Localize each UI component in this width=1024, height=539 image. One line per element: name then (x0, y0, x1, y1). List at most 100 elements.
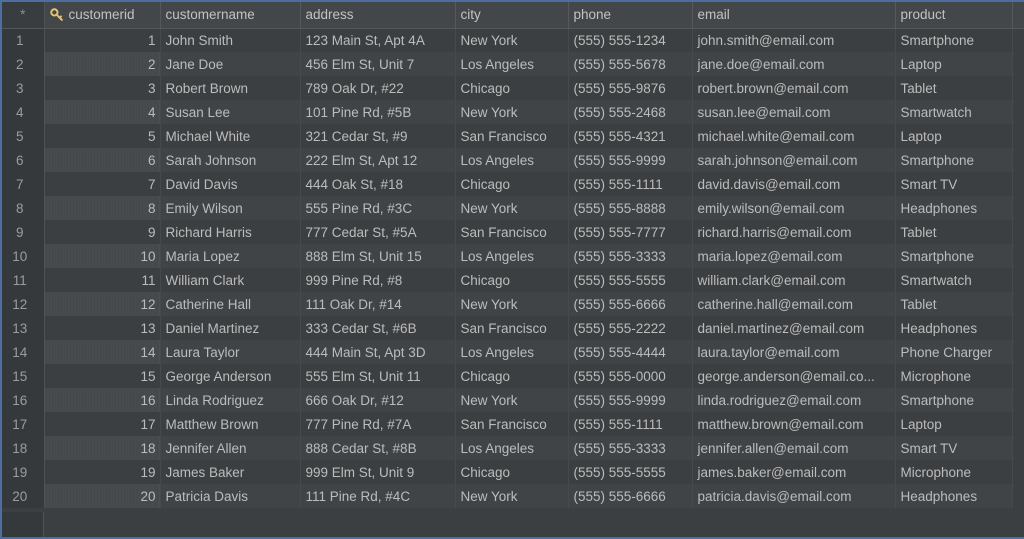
row-number[interactable]: 2 (2, 52, 45, 76)
cell-product[interactable]: Smart TV (895, 436, 1013, 460)
cell-email[interactable]: john.smith@email.com (692, 28, 896, 52)
cell-product[interactable]: Headphones (895, 316, 1013, 340)
cell-customerid[interactable]: 2 (44, 52, 161, 76)
cell-product[interactable]: Microphone (895, 364, 1013, 388)
cell-address[interactable]: 111 Oak Dr, #14 (300, 292, 456, 316)
cell-customername[interactable]: Emily Wilson (160, 196, 301, 220)
table-row[interactable]: 15 15 George Anderson 555 Elm St, Unit 11 Ch… (2, 364, 1024, 388)
cell-city[interactable]: Los Angeles (455, 52, 569, 76)
row-number[interactable]: 15 (2, 364, 45, 388)
cell-city[interactable]: San Francisco (455, 124, 569, 148)
cell-email[interactable]: michael.white@email.com (692, 124, 896, 148)
cell-phone[interactable]: (555) 555-4321 (568, 124, 693, 148)
cell-email[interactable]: emily.wilson@email.com (692, 196, 896, 220)
cell-city[interactable]: New York (455, 28, 569, 52)
column-header-customerid[interactable]: customerid (44, 2, 161, 29)
cell-address[interactable]: 888 Elm St, Unit 15 (300, 244, 456, 268)
cell-customername[interactable]: Jane Doe (160, 52, 301, 76)
row-number[interactable]: 7 (2, 172, 45, 196)
cell-customerid[interactable]: 7 (44, 172, 161, 196)
cell-city[interactable]: San Francisco (455, 412, 569, 436)
table-row[interactable]: 14 14 Laura Taylor 444 Main St, Apt 3D Los A… (2, 340, 1024, 364)
cell-product[interactable]: Smartphone (895, 388, 1013, 412)
cell-email[interactable]: patricia.davis@email.com (692, 484, 896, 508)
cell-customername[interactable]: Linda Rodriguez (160, 388, 301, 412)
cell-product[interactable]: Microphone (895, 460, 1013, 484)
row-number[interactable]: 16 (2, 388, 45, 412)
table-row[interactable]: 20 20 Patricia Davis 111 Pine Rd, #4C New Yo… (2, 484, 1024, 508)
row-number[interactable]: 5 (2, 124, 45, 148)
cell-email[interactable]: jennifer.allen@email.com (692, 436, 896, 460)
cell-phone[interactable]: (555) 555-1111 (568, 172, 693, 196)
cell-city[interactable]: Los Angeles (455, 148, 569, 172)
row-number[interactable]: 11 (2, 268, 45, 292)
cell-city[interactable]: Los Angeles (455, 436, 569, 460)
cell-product[interactable]: Phone Charger (895, 340, 1013, 364)
cell-address[interactable]: 777 Cedar St, #5A (300, 220, 456, 244)
cell-customername[interactable]: David Davis (160, 172, 301, 196)
table-row[interactable]: 6 6 Sarah Johnson 222 Elm St, Apt 12 Los Ang… (2, 148, 1024, 172)
cell-customerid[interactable]: 3 (44, 76, 161, 100)
cell-phone[interactable]: (555) 555-3333 (568, 436, 693, 460)
column-header-city[interactable]: city (455, 2, 569, 29)
cell-city[interactable]: San Francisco (455, 316, 569, 340)
cell-city[interactable]: San Francisco (455, 220, 569, 244)
cell-customername[interactable]: Maria Lopez (160, 244, 301, 268)
cell-email[interactable]: james.baker@email.com (692, 460, 896, 484)
cell-city[interactable]: Chicago (455, 364, 569, 388)
cell-customerid[interactable]: 6 (44, 148, 161, 172)
cell-customerid[interactable]: 16 (44, 388, 161, 412)
row-number[interactable]: 19 (2, 460, 45, 484)
cell-product[interactable]: Smartphone (895, 244, 1013, 268)
table-row[interactable]: 12 12 Catherine Hall 111 Oak Dr, #14 New Yor… (2, 292, 1024, 316)
cell-address[interactable]: 444 Main St, Apt 3D (300, 340, 456, 364)
cell-city[interactable]: New York (455, 196, 569, 220)
row-number[interactable]: 4 (2, 100, 45, 124)
cell-phone[interactable]: (555) 555-1234 (568, 28, 693, 52)
cell-address[interactable]: 123 Main St, Apt 4A (300, 28, 456, 52)
table-row[interactable]: 11 11 William Clark 999 Pine Rd, #8 Chicago(… (2, 268, 1024, 292)
cell-customername[interactable]: Laura Taylor (160, 340, 301, 364)
cell-product[interactable]: Laptop (895, 412, 1013, 436)
cell-customerid[interactable]: 1 (44, 28, 161, 52)
cell-product[interactable]: Tablet (895, 292, 1013, 316)
cell-customername[interactable]: Matthew Brown (160, 412, 301, 436)
table-row[interactable]: 7 7 David Davis 444 Oak St, #18 Chicago (555)… (2, 172, 1024, 196)
table-row[interactable]: 13 13 Daniel Martinez 333 Cedar St, #6B San … (2, 316, 1024, 340)
cell-address[interactable]: 555 Pine Rd, #3C (300, 196, 456, 220)
cell-city[interactable]: Los Angeles (455, 244, 569, 268)
cell-product[interactable]: Laptop (895, 124, 1013, 148)
cell-customerid[interactable]: 14 (44, 340, 161, 364)
column-header-phone[interactable]: phone (568, 2, 693, 29)
cell-customerid[interactable]: 17 (44, 412, 161, 436)
cell-email[interactable]: sarah.johnson@email.com (692, 148, 896, 172)
cell-city[interactable]: Chicago (455, 76, 569, 100)
column-header-address[interactable]: address (300, 2, 456, 29)
cell-email[interactable]: david.davis@email.com (692, 172, 896, 196)
table-row[interactable]: 10 10 Maria Lopez 888 Elm St, Unit 15 Los An… (2, 244, 1024, 268)
cell-customername[interactable]: Patricia Davis (160, 484, 301, 508)
cell-city[interactable]: New York (455, 388, 569, 412)
cell-city[interactable]: Los Angeles (455, 340, 569, 364)
cell-address[interactable]: 999 Elm St, Unit 9 (300, 460, 456, 484)
cell-customername[interactable]: William Clark (160, 268, 301, 292)
cell-customerid[interactable]: 10 (44, 244, 161, 268)
column-header-email[interactable]: email (692, 2, 896, 29)
row-number[interactable]: 13 (2, 316, 45, 340)
cell-product[interactable]: Headphones (895, 196, 1013, 220)
table-row[interactable]: 19 19 James Baker 999 Elm St, Unit 9 Chicago… (2, 460, 1024, 484)
cell-phone[interactable]: (555) 555-6666 (568, 484, 693, 508)
cell-phone[interactable]: (555) 555-9999 (568, 148, 693, 172)
cell-phone[interactable]: (555) 555-2468 (568, 100, 693, 124)
cell-phone[interactable]: (555) 555-0000 (568, 364, 693, 388)
cell-customername[interactable]: Daniel Martinez (160, 316, 301, 340)
data-grid[interactable]: * customerid customername address city p… (0, 0, 1024, 539)
cell-customerid[interactable]: 19 (44, 460, 161, 484)
cell-product[interactable]: Smartphone (895, 148, 1013, 172)
cell-address[interactable]: 666 Oak Dr, #12 (300, 388, 456, 412)
cell-customername[interactable]: Sarah Johnson (160, 148, 301, 172)
cell-email[interactable]: susan.lee@email.com (692, 100, 896, 124)
row-number[interactable]: 20 (2, 484, 45, 508)
row-number[interactable]: 17 (2, 412, 45, 436)
row-number[interactable]: 14 (2, 340, 45, 364)
